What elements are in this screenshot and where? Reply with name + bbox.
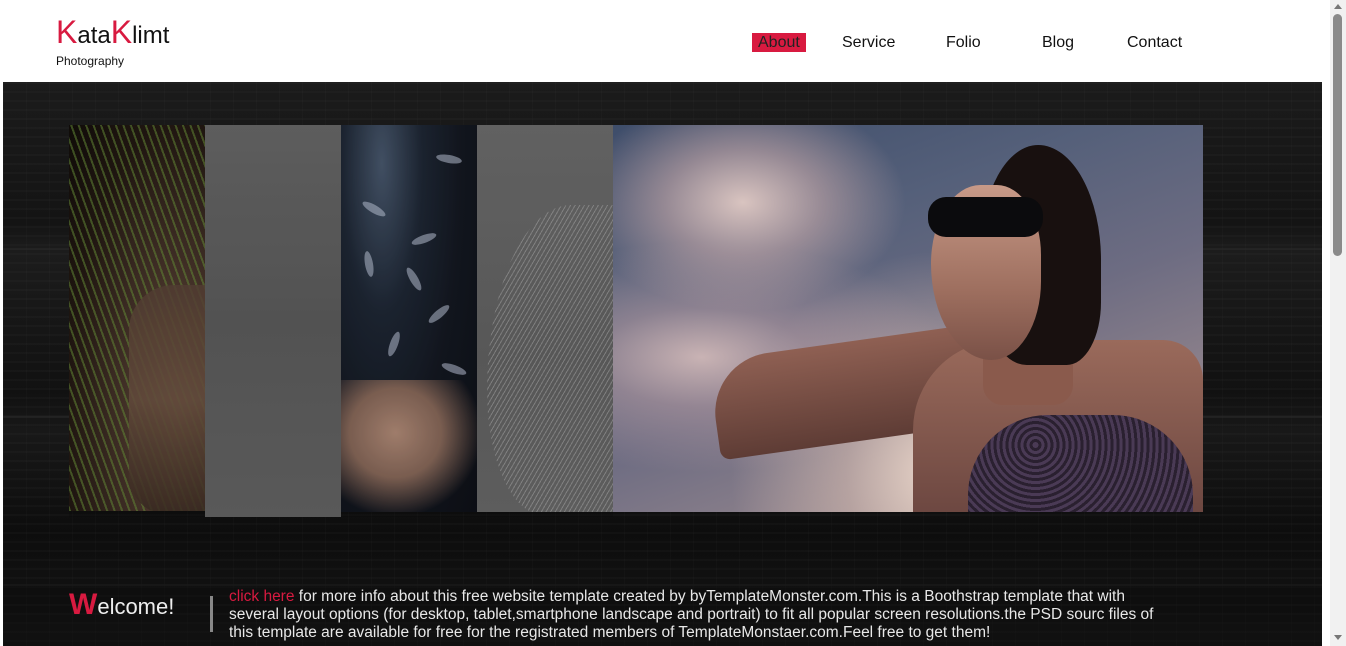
nav-item-service[interactable]: Service <box>842 33 895 52</box>
site-header: KataKlimt Photography About Service Foli… <box>0 0 1330 82</box>
slider-panel-veil[interactable] <box>477 125 613 512</box>
feather-shape <box>435 152 463 166</box>
scroll-down-arrow-icon[interactable] <box>1334 635 1342 640</box>
welcome-strip: Welcome! click here for more info about … <box>3 584 1322 646</box>
nav-item-blog[interactable]: Blog <box>1042 33 1074 52</box>
feather-shape <box>360 199 388 219</box>
main-nav: About Service Folio Blog Contact <box>0 33 1330 53</box>
sunglasses-shape <box>928 197 1043 237</box>
slider-panel-hair-portrait[interactable] <box>69 125 205 511</box>
vertical-scrollbar[interactable] <box>1330 0 1346 646</box>
slider-panel-gray[interactable] <box>205 125 341 517</box>
veil-shape <box>487 205 613 512</box>
hand-shape <box>341 380 477 512</box>
welcome-body: for more info about this free website te… <box>229 588 1154 641</box>
slider-panel-feathers[interactable] <box>341 125 477 512</box>
welcome-text: click here for more info about this free… <box>229 588 1169 642</box>
welcome-title-cap: W <box>69 588 98 621</box>
welcome-divider <box>210 596 213 632</box>
nav-item-about[interactable]: About <box>752 33 806 52</box>
welcome-title: Welcome! <box>69 588 174 622</box>
feather-shape <box>362 250 376 278</box>
feather-shape <box>440 360 468 378</box>
nav-item-folio[interactable]: Folio <box>946 33 981 52</box>
feather-shape <box>426 302 452 326</box>
portrait-face-shape <box>129 285 205 511</box>
feather-shape <box>404 265 424 293</box>
click-here-link[interactable]: click here <box>229 588 294 605</box>
hero-section: Welcome! click here for more info about … <box>3 82 1322 646</box>
sequin-top-shape <box>968 415 1193 512</box>
feather-shape <box>410 230 438 248</box>
scroll-up-arrow-icon[interactable] <box>1334 4 1342 9</box>
logo-subtitle: Photography <box>56 54 125 68</box>
feather-shape <box>385 330 403 358</box>
nav-item-contact[interactable]: Contact <box>1127 33 1182 52</box>
scroll-thumb[interactable] <box>1333 14 1342 256</box>
welcome-title-rest: elcome! <box>97 594 175 619</box>
slider-panel-active-sunglasses-portrait[interactable] <box>613 125 1203 512</box>
